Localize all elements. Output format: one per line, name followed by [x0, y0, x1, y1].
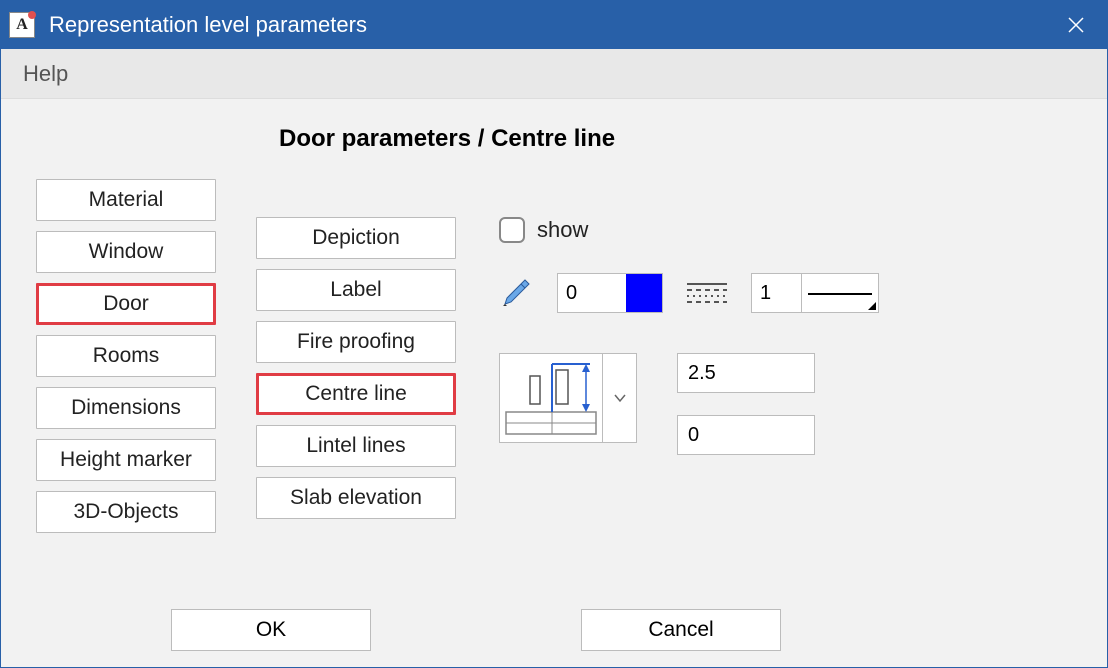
ok-button[interactable]: OK — [171, 609, 371, 651]
category-rooms[interactable]: Rooms — [36, 335, 216, 377]
titlebar: A Representation level parameters — [1, 1, 1107, 49]
category-3d-objects[interactable]: 3D-Objects — [36, 491, 216, 533]
linestyle-field[interactable] — [751, 273, 879, 313]
footer: OK Cancel — [1, 593, 1107, 667]
content-area: Door parameters / Centre line Material Wi… — [1, 99, 1107, 593]
linestyle-preview[interactable] — [801, 273, 879, 313]
preview-row — [499, 353, 1077, 455]
menubar: Help — [1, 49, 1107, 99]
subsection-centre-line[interactable]: Centre line — [256, 373, 456, 415]
dialog-window: A Representation level parameters Help D… — [0, 0, 1108, 668]
linestyle-number-input[interactable] — [751, 273, 801, 313]
window-title: Representation level parameters — [49, 12, 1053, 38]
show-checkbox-row: show — [499, 217, 1077, 243]
category-material[interactable]: Material — [36, 179, 216, 221]
category-dimensions[interactable]: Dimensions — [36, 387, 216, 429]
close-button[interactable] — [1053, 2, 1099, 48]
main-area: Material Window Door Rooms Dimensions Height … — [31, 179, 1077, 533]
page-title: Door parameters / Centre line — [279, 125, 1077, 153]
app-icon-letter: A — [16, 16, 28, 34]
subsection-lintel-lines[interactable]: Lintel lines — [256, 425, 456, 467]
pen-number-field[interactable] — [557, 273, 663, 313]
linetype-icon — [687, 277, 727, 309]
subsection-label[interactable]: Label — [256, 269, 456, 311]
chevron-down-icon — [602, 354, 636, 442]
menu-help[interactable]: Help — [23, 61, 68, 87]
offset-bottom-input[interactable] — [677, 415, 815, 455]
show-label: show — [537, 217, 588, 243]
pen-row — [499, 273, 1077, 313]
subsection-column: Depiction Label Fire proofing Centre line Li… — [251, 217, 461, 533]
pen-number-input[interactable] — [558, 274, 626, 312]
cancel-button[interactable]: Cancel — [581, 609, 781, 651]
category-door[interactable]: Door — [36, 283, 216, 325]
offset-top-input[interactable] — [677, 353, 815, 393]
app-icon-badge — [28, 11, 36, 19]
category-column: Material Window Door Rooms Dimensions Height … — [31, 179, 221, 533]
show-checkbox[interactable] — [499, 217, 525, 243]
pen-icon — [499, 276, 533, 310]
pen-color-swatch[interactable] — [626, 274, 662, 312]
offset-inputs — [677, 353, 815, 455]
centreline-preview-icon — [500, 354, 602, 442]
subsection-fire-proofing[interactable]: Fire proofing — [256, 321, 456, 363]
close-icon — [1068, 17, 1084, 33]
subsection-slab-elevation[interactable]: Slab elevation — [256, 477, 456, 519]
subsection-depiction[interactable]: Depiction — [256, 217, 456, 259]
category-height-marker[interactable]: Height marker — [36, 439, 216, 481]
centreline-style-dropdown[interactable] — [499, 353, 637, 443]
settings-column: show — [491, 217, 1077, 533]
category-window[interactable]: Window — [36, 231, 216, 273]
app-icon: A — [9, 12, 35, 38]
